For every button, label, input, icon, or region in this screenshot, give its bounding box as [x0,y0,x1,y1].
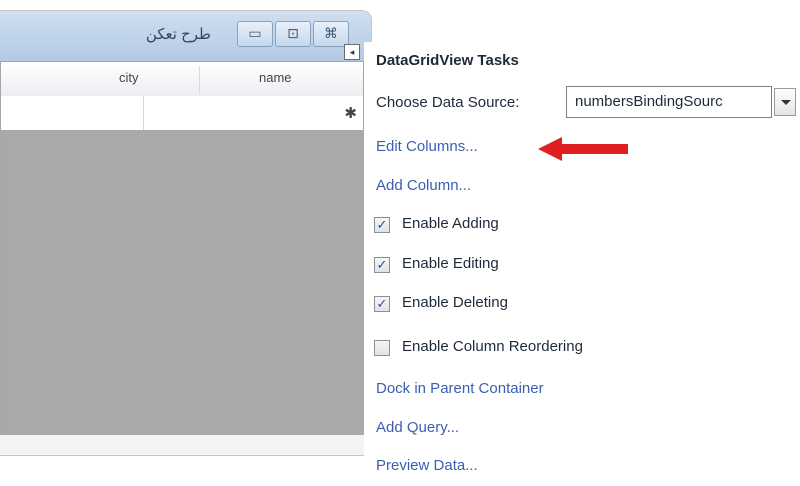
enable-adding-checkbox[interactable]: ✓ [374,217,390,233]
enable-column-reordering-label[interactable]: Enable Column Reordering [402,338,583,355]
column-header-row: city name [1,62,363,97]
dropdown-arrow-icon[interactable] [774,88,796,116]
form-designer-window: طرح تعكن ▭ ⊡ ⌘ city name ✱ [0,10,372,456]
datagridview-tasks-panel: DataGridView Tasks Choose Data Source: n… [364,42,800,486]
data-grid-view[interactable]: city name ✱ [0,61,364,437]
enable-column-reordering-checkbox[interactable] [374,340,390,356]
preview-data-link[interactable]: Preview Data... [376,457,478,474]
checkmark-icon: ✓ [376,217,388,232]
form-title: طرح تعكن [145,26,211,43]
data-source-combo[interactable]: numbersBindingSourc [566,86,772,118]
add-column-link[interactable]: Add Column... [376,177,471,194]
new-row-icon: ✱ [344,105,357,122]
minimize-button[interactable]: ▭ [237,21,273,47]
new-row[interactable]: ✱ [1,96,363,131]
column-header-city[interactable]: city [119,70,139,85]
form-title-bar[interactable]: طرح تعكن ▭ ⊡ ⌘ [0,11,371,61]
smart-tag-icon[interactable]: ◂ [344,44,360,60]
close-icon: ⌘ [324,25,338,41]
maximize-button[interactable]: ⊡ [275,21,311,47]
cell-divider [143,96,144,130]
minimize-icon: ▭ [248,25,262,41]
enable-deleting-checkbox[interactable]: ✓ [374,296,390,312]
enable-deleting-label[interactable]: Enable Deleting [402,294,508,311]
column-divider[interactable] [199,66,200,94]
checkmark-icon: ✓ [376,257,388,272]
add-query-link[interactable]: Add Query... [376,419,459,436]
red-arrow-icon [538,137,628,161]
panel-title: DataGridView Tasks [376,52,519,69]
form-bottom-strip [0,435,371,455]
maximize-icon: ⊡ [287,25,299,41]
edit-columns-link[interactable]: Edit Columns... [376,138,478,155]
checkmark-icon: ✓ [376,296,388,311]
data-source-label: Choose Data Source: [376,94,520,111]
enable-editing-label[interactable]: Enable Editing [402,255,499,272]
column-header-name[interactable]: name [259,70,292,85]
enable-editing-checkbox[interactable]: ✓ [374,257,390,273]
grid-empty-area [1,130,363,436]
enable-adding-label[interactable]: Enable Adding [402,215,499,232]
dock-in-parent-link[interactable]: Dock in Parent Container [376,380,544,397]
